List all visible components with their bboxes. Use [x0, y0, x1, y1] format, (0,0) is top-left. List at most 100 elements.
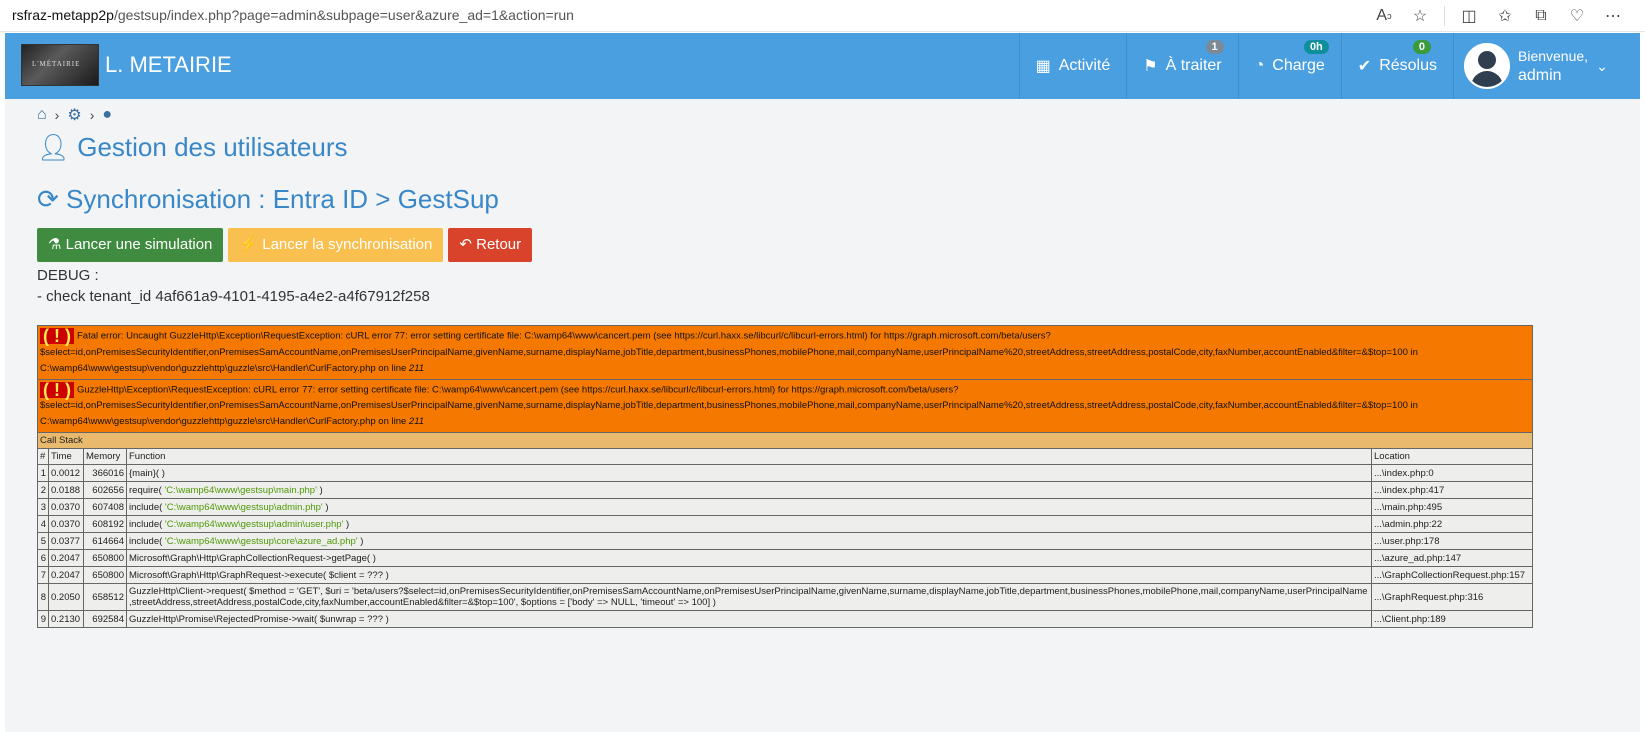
stack-location: ...\index.php:0 [1371, 464, 1533, 483]
stack-location: ...\Client.php:189 [1371, 610, 1533, 629]
stack-function-text: {main}( ) [129, 467, 165, 479]
breadcrumb-separator-icon: › [89, 107, 95, 123]
avatar [1464, 43, 1510, 89]
exception-line: 211 [408, 416, 425, 428]
bolt-icon: ⚡ [239, 236, 259, 253]
action-buttons: ⚗ Lancer une simulation ⚡ Lancer la sync… [37, 228, 533, 262]
gauge-icon: ◔ [1254, 57, 1265, 74]
col-header: Time [48, 448, 84, 466]
section-title-text: Synchronisation : Entra ID > GestSup [66, 184, 499, 214]
fatal-error-row: ( ! ) Fatal error: Uncaught GuzzleHttp\Ex… [37, 325, 1533, 380]
table-row: 6 0.2047 650800 Microsoft\Graph\Http\GraphC… [37, 549, 1533, 568]
sync-button[interactable]: ⚡ Lancer la synchronisation [228, 228, 444, 262]
exception-text: GuzzleHttp\Exception\RequestException: c… [40, 384, 1418, 428]
favorites-icon[interactable]: ✩ [1487, 4, 1523, 28]
stack-memory: 602656 [83, 481, 127, 500]
stack-index: 7 [37, 566, 49, 585]
stack-arg: 'C:\wamp64\www\gestsup\core\azure_ad.php… [164, 535, 358, 547]
url-host: rsfraz-metapp2p [12, 7, 114, 23]
stack-arg: 'C:\wamp64\www\gestsup\admin\user.php' [164, 518, 344, 530]
stack-function-text: ) [357, 535, 364, 547]
sync-button-label: Lancer la synchronisation [262, 236, 433, 253]
error-warning-icon: ( ! ) [40, 381, 74, 399]
calendar-icon: ▦ [1035, 58, 1051, 75]
url-path: /gestsup/index.php?page=admin&subpage=us… [113, 7, 574, 23]
stack-memory: 608192 [83, 515, 127, 534]
back-button[interactable]: ↶ Retour [448, 228, 533, 262]
stack-memory: 614664 [83, 532, 127, 551]
welcome-text: Bienvenue, [1518, 48, 1589, 64]
xdebug-error-table: ( ! ) Fatal error: Uncaught GuzzleHttp\Ex… [37, 325, 1533, 629]
stack-location: ...\GraphRequest.php:316 [1371, 583, 1533, 612]
back-button-label: Retour [476, 236, 522, 253]
col-header: Location [1371, 448, 1533, 466]
stack-index: 8 [37, 583, 49, 612]
table-row: 1 0.0012 366016 {main}( ) ...\index.php:0 [37, 464, 1533, 483]
favorite-star-icon[interactable]: ☆ [1402, 4, 1438, 28]
app-title[interactable]: L. METAIRIE [105, 52, 232, 78]
nav-charge[interactable]: ◔ Charge 0h [1237, 33, 1341, 99]
stack-function: GuzzleHttp\Client->request( $method = 'G… [126, 583, 1372, 612]
stack-index: 1 [37, 464, 49, 483]
breadcrumb: ⌂ › ⚙ › ● [37, 105, 112, 125]
col-header: Function [126, 448, 1372, 466]
charge-badge: 0h [1303, 40, 1329, 54]
call-stack-body: 1 0.0012 366016 {main}( ) ...\index.php:0 2 0.… [37, 464, 1533, 629]
split-screen-icon[interactable]: ◫ [1451, 4, 1487, 28]
gears-icon[interactable]: ⚙ [67, 105, 81, 125]
page-title: 👤︎ Gestion des utilisateurs [37, 132, 348, 163]
user-icon: 👤︎ [37, 132, 71, 162]
stack-memory: 650800 [83, 566, 127, 585]
user-menu[interactable]: Bienvenue, admin ⌄ [1453, 33, 1640, 99]
read-aloud-icon[interactable]: Aↄ [1366, 4, 1402, 28]
stack-location: ...\user.php:178 [1371, 532, 1533, 551]
stack-function-text: include( [129, 535, 165, 547]
logo-text: L'MÉTAIRIE [32, 60, 81, 68]
debug-line: - check tenant_id 4af661a9-4101-4195-a4e… [37, 288, 430, 305]
top-nav: ▦ Activité ⚑ À traiter 1 ◔ Charge 0h ✔ R… [1018, 33, 1640, 99]
table-row: 5 0.0377 614664 include( 'C:\wamp64\www\ges… [37, 532, 1533, 551]
simulation-button[interactable]: ⚗ Lancer une simulation [37, 228, 224, 262]
stack-location: ...\admin.php:22 [1371, 515, 1533, 534]
stack-function: include( 'C:\wamp64\www\gestsup\core\azu… [126, 532, 1372, 551]
more-options-icon[interactable]: ⋯ [1595, 4, 1631, 28]
call-stack-heading: Call Stack [37, 432, 1533, 450]
stack-time: 0.0188 [48, 481, 84, 500]
stack-function-text: ) [343, 518, 350, 530]
nav-activity[interactable]: ▦ Activité [1018, 33, 1127, 99]
browser-toolbar: Aↄ ☆ ◫ ✩ ⧉ ♡ ⋯ [1366, 4, 1631, 28]
flag-icon: ⚑ [1143, 58, 1158, 75]
page-title-text: Gestion des utilisateurs [77, 132, 348, 162]
nav-resolved[interactable]: ✔ Résolus 0 [1340, 33, 1453, 99]
stack-function-text: require( [129, 484, 165, 496]
resolved-count-badge: 0 [1412, 40, 1431, 54]
todo-count-badge: 1 [1205, 40, 1224, 54]
table-row: 8 0.2050 658512 GuzzleHttp\Client->request(… [37, 583, 1533, 612]
fatal-error-line: 211 [408, 362, 425, 374]
section-title: ⟳ Synchronisation : Entra ID > GestSup [37, 184, 499, 215]
col-header: Memory [83, 448, 127, 466]
user-icon[interactable]: ● [102, 106, 112, 124]
stack-arg: 'C:\wamp64\www\gestsup\main.php' [164, 484, 317, 496]
stack-function: include( 'C:\wamp64\www\gestsup\admin\us… [126, 515, 1372, 534]
stack-index: 6 [37, 549, 49, 568]
stack-location: ...\index.php:417 [1371, 481, 1533, 500]
stack-time: 0.0012 [48, 464, 84, 483]
home-icon[interactable]: ⌂ [37, 106, 47, 124]
company-logo[interactable]: L'MÉTAIRIE [21, 44, 99, 86]
collections-icon[interactable]: ⧉ [1523, 4, 1559, 28]
nav-charge-label: Charge [1272, 57, 1325, 74]
stack-time: 0.2130 [48, 610, 84, 629]
stack-memory: 607408 [83, 498, 127, 517]
toolbar-divider [1444, 6, 1445, 26]
browser-essentials-icon[interactable]: ♡ [1559, 4, 1595, 28]
browser-address-bar: rsfraz-metapp2p/gestsup/index.php?page=a… [0, 0, 1645, 32]
stack-function: {main}( ) [126, 464, 1372, 483]
url-field[interactable]: rsfraz-metapp2p/gestsup/index.php?page=a… [12, 7, 574, 23]
stack-index: 3 [37, 498, 49, 517]
stack-memory: 692584 [83, 610, 127, 629]
stack-memory: 650800 [83, 549, 127, 568]
nav-todo[interactable]: ⚑ À traiter 1 [1126, 33, 1237, 99]
main-content: ⌂ › ⚙ › ● 👤︎ Gestion des utilisateurs ⟳ … [5, 99, 1640, 732]
chevron-down-icon: ⌄ [1596, 57, 1608, 74]
